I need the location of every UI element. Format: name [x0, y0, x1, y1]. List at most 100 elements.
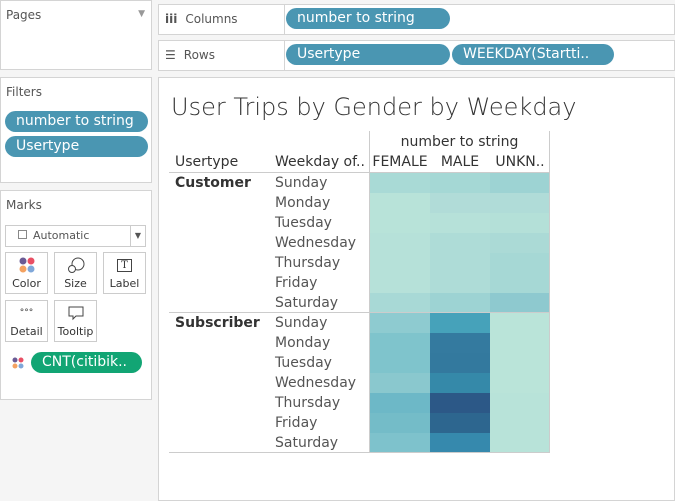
weekday-label: Friday	[275, 275, 318, 291]
rows-label: Rows	[183, 48, 215, 62]
heatmap-cell[interactable]	[430, 333, 490, 353]
heatmap-cell[interactable]	[430, 273, 490, 293]
heatmap-cell[interactable]	[430, 413, 490, 433]
weekday-label: Wednesday	[275, 375, 357, 391]
heatmap-cell[interactable]	[430, 173, 490, 193]
color-label: Color	[12, 277, 41, 290]
heatmap-cell[interactable]	[430, 193, 490, 213]
heatmap-cell[interactable]	[430, 373, 490, 393]
heatmap-cell[interactable]	[430, 213, 490, 233]
mark-type-dropdown[interactable]: Automatic ▼	[5, 225, 146, 247]
heatmap-cell[interactable]	[430, 253, 490, 273]
heatmap-cell[interactable]	[370, 253, 430, 273]
size-card[interactable]: Size	[54, 252, 97, 294]
marks-title: Marks	[6, 198, 42, 212]
weekday-label: Saturday	[275, 435, 339, 451]
weekday-label: Friday	[275, 415, 318, 431]
size-label: Size	[64, 277, 87, 290]
detail-label: Detail	[10, 325, 43, 338]
rows-pill[interactable]: Usertype	[286, 44, 450, 65]
heatmap-cell[interactable]	[490, 353, 550, 373]
mark-type-value: Automatic	[33, 229, 90, 242]
columns-pill[interactable]: number to string	[286, 8, 450, 29]
row-header-weekday: Weekday of..	[275, 154, 365, 170]
heatmap-cell[interactable]	[490, 313, 550, 333]
weekday-label: Tuesday	[275, 215, 332, 231]
viz-view: User Trips by Gender by Weekday number t…	[158, 77, 675, 501]
color-icon	[12, 354, 24, 373]
heatmap-cell[interactable]	[430, 313, 490, 333]
usertype-label: Customer	[175, 175, 251, 191]
tooltip-label: Tooltip	[57, 325, 94, 338]
filters-panel[interactable]: Filters number to string Usertype	[0, 77, 152, 183]
heatmap-cell[interactable]	[490, 393, 550, 413]
detail-icon: °°°	[19, 308, 34, 318]
heatmap-cell[interactable]	[370, 313, 430, 333]
checkbox-icon	[18, 230, 27, 239]
heatmap-cell[interactable]	[370, 433, 430, 453]
weekday-label: Monday	[275, 195, 331, 211]
color-icon	[6, 253, 47, 277]
size-icon	[55, 253, 96, 277]
heatmap-cell[interactable]	[430, 433, 490, 453]
tooltip-icon	[55, 301, 96, 325]
row-header-usertype: Usertype	[175, 154, 239, 170]
heatmap-cell[interactable]	[370, 413, 430, 433]
heatmap-cell[interactable]	[490, 433, 550, 453]
heatmap-cell[interactable]	[370, 173, 430, 193]
weekday-label: Sunday	[275, 315, 328, 331]
rows-pill[interactable]: WEEKDAY(Startti..	[452, 44, 614, 65]
heatmap-cell[interactable]	[370, 353, 430, 373]
viz-title: User Trips by Gender by Weekday	[171, 93, 577, 121]
label-label: Label	[109, 277, 140, 290]
heatmap-cell[interactable]	[490, 413, 550, 433]
heatmap-cell[interactable]	[370, 273, 430, 293]
color-card[interactable]: Color	[5, 252, 48, 294]
heatmap-cell[interactable]	[430, 233, 490, 253]
label-card[interactable]: T Label	[103, 252, 146, 294]
column-header: UNKN..	[495, 154, 545, 170]
tooltip-card[interactable]: Tooltip	[54, 300, 97, 342]
weekday-label: Sunday	[275, 175, 328, 191]
heatmap-cell[interactable]	[370, 193, 430, 213]
chevron-down-icon: ▼	[129, 226, 141, 246]
weekday-label: Wednesday	[275, 235, 357, 251]
filter-pill[interactable]: Usertype	[5, 136, 148, 157]
filter-pill[interactable]: number to string	[5, 111, 148, 132]
heatmap-cell[interactable]	[370, 233, 430, 253]
heatmap-cell[interactable]	[490, 173, 550, 193]
heatmap-cell[interactable]	[430, 393, 490, 413]
heatmap-cell[interactable]	[490, 333, 550, 353]
label-icon: T	[104, 253, 145, 277]
marks-panel: Marks Automatic ▼ Color Size T Label °°° D…	[0, 190, 152, 400]
heatmap-cell[interactable]	[490, 273, 550, 293]
columns-label: Columns	[185, 12, 238, 26]
usertype-label: Subscriber	[175, 315, 260, 331]
heatmap-cell[interactable]	[490, 373, 550, 393]
pages-panel[interactable]: Pages ▼	[0, 0, 152, 70]
heatmap-cell[interactable]	[490, 293, 550, 313]
heatmap-cell[interactable]	[370, 373, 430, 393]
column-header: MALE	[440, 154, 480, 170]
heatmap-cell[interactable]	[490, 213, 550, 233]
heatmap-cell[interactable]	[370, 213, 430, 233]
columns-shelf[interactable]: iii Columns number to string	[158, 4, 675, 35]
heatmap-cell[interactable]	[370, 333, 430, 353]
heatmap-cell[interactable]	[370, 393, 430, 413]
filters-title: Filters	[6, 85, 42, 99]
heatmap-cell[interactable]	[430, 293, 490, 313]
weekday-label: Monday	[275, 335, 331, 351]
rows-shelf[interactable]: ☰ Rows Usertype WEEKDAY(Startti..	[158, 40, 675, 71]
heatmap-cell[interactable]	[430, 353, 490, 373]
weekday-label: Thursday	[275, 255, 341, 271]
heatmap-cell[interactable]	[490, 193, 550, 213]
columns-icon: iii	[165, 12, 178, 26]
chevron-down-icon[interactable]: ▼	[138, 9, 145, 19]
weekday-label: Tuesday	[275, 355, 332, 371]
column-group-header: number to string	[400, 134, 519, 150]
color-field-pill[interactable]: CNT(citibik..	[31, 352, 142, 373]
heatmap-cell[interactable]	[490, 253, 550, 273]
heatmap-cell[interactable]	[370, 293, 430, 313]
heatmap-cell[interactable]	[490, 233, 550, 253]
detail-card[interactable]: °°° Detail	[5, 300, 48, 342]
